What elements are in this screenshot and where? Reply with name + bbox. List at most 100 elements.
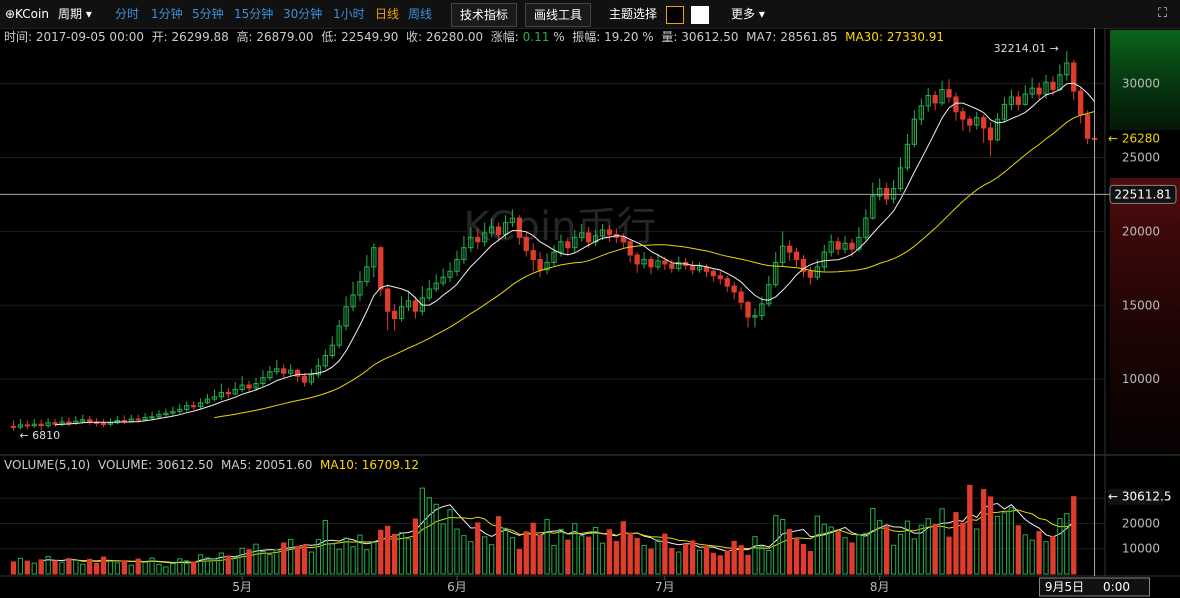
candle-body [987,127,994,141]
volume-bar [281,542,287,575]
volume-bar [807,551,814,575]
volume-bar [288,538,294,575]
volume-bar [322,519,328,575]
candle-body [717,275,723,280]
price-tick-label: 30000 [1122,77,1160,91]
candle-body [412,300,419,312]
volume-bar [974,528,980,575]
volume-bar [1029,539,1035,575]
volume-bar [121,560,127,575]
drawing-tools-button[interactable]: 画线工具 [525,3,592,27]
candle-body [523,236,529,252]
volume-bar [308,551,315,575]
volume-bar [66,558,72,575]
volume-bar [953,512,959,575]
candle-body [149,416,155,419]
volume-bar [475,522,481,575]
volume-bar [544,518,550,575]
timeframe-weekly[interactable]: 周线 [408,0,432,28]
volume-bar [135,558,141,575]
volume-bar [426,497,432,575]
volume-bar [336,548,342,575]
candle-body [793,251,800,260]
candle-body [281,368,287,374]
timeframe-15min[interactable]: 15分钟 [234,0,273,28]
volume-bar [960,522,966,575]
volume-bar [579,535,585,575]
candle-body [385,288,391,312]
volume-bar [620,521,626,575]
volume-bar [676,551,682,575]
ma-lines-layer [41,82,1095,564]
volume-bar [883,526,890,575]
theme-dark-swatch[interactable] [666,6,684,24]
timeframe-daily[interactable]: 日线 [375,0,399,28]
candle-body [731,285,737,293]
more-dropdown[interactable]: 更多 ▾ [731,0,765,28]
volume-bar [364,549,370,575]
volume-bar [52,560,58,575]
candle-body [495,226,502,235]
volume-bar [717,555,723,575]
volume-bar [981,489,987,575]
volume-bar [987,496,994,575]
volume-bar [385,525,391,575]
volume-bar [239,547,245,575]
volume-bar [786,529,793,575]
volume-bar [710,552,717,575]
volume-bar [170,563,176,575]
volume-bar [599,542,606,575]
technical-indicators-button[interactable]: 技术指标 [451,3,518,27]
candle-body [634,254,640,265]
volume-bar [114,562,121,575]
theme-light-swatch[interactable] [691,6,709,24]
volume-bar [107,560,114,575]
candle-body [689,264,696,271]
timeframe-fenshi[interactable]: 分时 [115,0,139,28]
volume-bar [766,550,772,575]
candle-body [1078,90,1084,116]
timeframe-5min[interactable]: 5分钟 [192,0,224,28]
volume-bar [890,544,897,575]
volume-bar [267,554,273,575]
axes-layer: 1000015000200002500030000100002000030000… [232,77,1160,594]
volume-bar [1001,512,1008,575]
candle-body [662,260,668,265]
volume-bar [24,560,30,575]
crosshair-date-label: 9月5日 [1045,580,1084,594]
candle-body [967,118,973,126]
candle-body [225,391,231,395]
market-depth-gradient [1110,30,1180,453]
theme-select-label: 主题选择 [609,7,658,21]
volume-bar [516,548,522,575]
current-volume-tag: ← 30612.5 [1108,490,1172,504]
volume-bar [849,542,855,575]
volume-bar [301,544,308,575]
period-dropdown[interactable]: 周期 ▾ [58,0,92,28]
volume-bar [592,527,599,575]
volume-bar [752,536,758,575]
timeframe-30min[interactable]: 30分钟 [283,0,322,28]
candle-body [537,258,543,271]
crosshair-time-label: 0:00 [1103,580,1130,594]
volume-bar [495,516,502,575]
fullscreen-icon[interactable]: ⛶ [1158,6,1167,21]
timeframe-1min[interactable]: 1分钟 [151,0,183,28]
candle-body [66,421,72,424]
candlestick-chart[interactable]: KCoin币行 10000150002000025000300001000020… [0,28,1180,598]
volume-bar [454,528,460,575]
candle-body [565,241,571,249]
volume-bar [190,561,197,575]
timeframe-1hour[interactable]: 1小时 [333,0,365,28]
candle-body [946,89,952,98]
candle-body [932,95,938,104]
ask-depth-area [1110,178,1180,453]
volume-bar [828,526,834,575]
volume-bar [447,509,453,575]
volume-bar [683,543,689,575]
price-tick-label: 10000 [1122,372,1160,386]
candle-body [807,270,814,278]
volume-bar [142,561,148,575]
volume-bar [163,566,169,575]
volume-bar [1071,496,1077,575]
